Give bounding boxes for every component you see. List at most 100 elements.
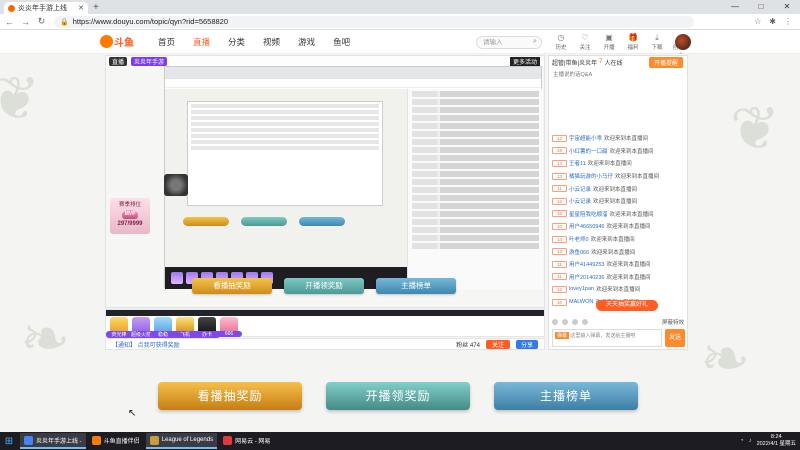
- stream-reward-large-button[interactable]: 开播领奖励: [326, 382, 470, 410]
- window-controls: — □ ✕: [722, 0, 800, 14]
- volume-icon[interactable]: ♪: [749, 438, 752, 444]
- gift-icon[interactable]: [572, 319, 578, 325]
- bookmark-star-icon[interactable]: ☆: [754, 17, 761, 26]
- nested-inner-screen: [187, 101, 383, 206]
- maximize-button[interactable]: □: [748, 0, 774, 14]
- user-avatar[interactable]: [675, 34, 691, 50]
- more-activities-button[interactable]: 更多活动: [509, 56, 540, 66]
- user-level-badge: 11: [552, 185, 567, 193]
- event-tag[interactable]: 炎炎年手游: [131, 56, 168, 66]
- gift-item[interactable]: 荧光棒: [106, 317, 132, 338]
- gift-item[interactable]: 办卡: [194, 317, 220, 338]
- gift-item[interactable]: 666: [216, 317, 242, 337]
- chat-username[interactable]: 用户20140236: [569, 273, 604, 281]
- camera-icon: ▣: [605, 33, 613, 42]
- chat-row: 12 宇宙超能小乖 欢迎来到本直播间: [549, 132, 687, 145]
- live-reminder-button[interactable]: 开播提醒: [648, 56, 683, 68]
- chat-username[interactable]: 宇宙超能小乖: [569, 134, 602, 142]
- gift-item[interactable]: 超级火箭: [128, 317, 154, 338]
- nav-category[interactable]: 分类: [228, 36, 245, 48]
- chat-username[interactable]: lovey1pan: [569, 286, 594, 292]
- online-count: 7: [599, 59, 603, 65]
- bottom-action-buttons: 看播抽奖励 开播领奖励 主播榜单: [158, 382, 638, 410]
- chat-username[interactable]: 用户46650946: [569, 222, 604, 230]
- chat-username[interactable]: 小云记录: [569, 197, 591, 205]
- ranking-large-button[interactable]: 主播榜单: [494, 382, 638, 410]
- nav-live[interactable]: 直播: [193, 36, 210, 48]
- close-window-button[interactable]: ✕: [774, 0, 800, 14]
- menu-icon[interactable]: ⋮: [784, 17, 792, 26]
- live-badge: 直播: [109, 56, 128, 66]
- forward-icon[interactable]: →: [19, 17, 32, 27]
- chat-row: 11 用户20140236 欢迎来到本直播间: [549, 271, 687, 284]
- watch-reward-button[interactable]: 看播抽奖励: [192, 278, 272, 294]
- nav-home[interactable]: 首页: [158, 36, 175, 48]
- browser-tab[interactable]: 炎炎年手游上线 ✕: [4, 2, 88, 14]
- user-level-badge: 12: [552, 197, 567, 205]
- chat-username[interactable]: MALWON: [569, 299, 593, 305]
- nav-fishbar[interactable]: 鱼吧: [333, 36, 350, 48]
- main-area: ❦ ❦ ❧ ❧ 直播 炎炎年手游 更多活动 赛季排位 MVP 297/9999 …: [0, 54, 800, 432]
- bamboo-leaf-decoration: ❧: [20, 305, 71, 372]
- lock-icon: 🔒: [60, 18, 69, 26]
- lottery-float-button[interactable]: 天天抽奖赢好礼: [596, 300, 658, 311]
- chat-username[interactable]: 王者11: [569, 159, 586, 167]
- send-button[interactable]: 发送: [665, 329, 685, 347]
- stream-player[interactable]: 直播 炎炎年手游 更多活动 赛季排位 MVP 297/9999 看播抽奖励 开播…: [105, 55, 545, 308]
- chat-username[interactable]: 游鱼066: [569, 248, 589, 256]
- chat-message: 欢迎来到本直播间: [609, 148, 654, 155]
- mvp-badge[interactable]: 赛季排位 MVP 297/9999: [110, 198, 150, 234]
- streamer-thumbnail: [164, 174, 188, 196]
- nav-video[interactable]: 视频: [263, 36, 280, 48]
- block-effects-toggle[interactable]: 屏蔽特效: [662, 318, 684, 326]
- taskbar-item-music[interactable]: 网易云 - 网易: [219, 433, 274, 449]
- back-icon[interactable]: ←: [3, 17, 16, 27]
- clock[interactable]: 8:24 2022/4/1 星期五: [757, 434, 796, 448]
- watch-reward-large-button[interactable]: 看播抽奖励: [158, 382, 302, 410]
- taskbar-item-browser[interactable]: 炎炎年手游上线 -: [20, 433, 86, 449]
- mvp-gem-icon: MVP: [122, 210, 138, 219]
- windows-start-icon[interactable]: ⊞: [0, 436, 18, 447]
- chat-row: 14 王者11 欢迎来到本直播间: [549, 157, 687, 170]
- notice-link[interactable]: 【通知】 点我可获得奖励: [112, 340, 180, 349]
- minimize-button[interactable]: —: [722, 0, 748, 14]
- gift-item[interactable]: 飞机: [172, 317, 198, 338]
- chat-message: 欢迎来到本直播间: [590, 237, 635, 244]
- reload-icon[interactable]: ↻: [35, 16, 48, 27]
- emoji-icon[interactable]: [552, 319, 558, 325]
- follow-button[interactable]: 关注: [485, 339, 510, 349]
- address-bar: ← → ↻ 🔒 https://www.douyu.com/topic/qyn?…: [0, 14, 800, 30]
- chat-username[interactable]: 叶老师0: [569, 235, 589, 243]
- color-icon[interactable]: [562, 319, 568, 325]
- new-tab-icon[interactable]: +: [93, 2, 99, 14]
- heart-icon: ♡: [581, 33, 589, 42]
- lol-icon: [149, 435, 159, 445]
- extensions-icon[interactable]: ✱: [769, 17, 776, 26]
- chat-username[interactable]: 星星陪我吃顺溜: [569, 210, 608, 218]
- taskbar-item-lol[interactable]: League of Legends: [145, 433, 218, 449]
- chat-username[interactable]: 小云记录: [569, 185, 591, 193]
- chat-input[interactable]: 弹幕 这里输入弹幕，发送给主播吧: [552, 329, 662, 347]
- close-tab-icon[interactable]: ✕: [78, 4, 84, 12]
- user-level-badge: 15: [552, 147, 567, 155]
- stream-info-row: 【通知】 点我可获得奖励 粉丝 474 关注 分享: [105, 338, 545, 350]
- taskbar-item-douyu[interactable]: 斗鱼直播伴侣: [88, 433, 144, 449]
- logo-text: 斗鱼: [114, 38, 134, 49]
- streamer-ranking-button[interactable]: 主播榜单: [376, 278, 456, 294]
- chat-username[interactable]: 小红薯的一口甜: [569, 147, 608, 155]
- user-level-badge: 13: [552, 248, 567, 256]
- gift-row: 荧光棒 超级火箭 稳稳 飞机 办卡 666: [106, 317, 242, 338]
- url-text: https://www.douyu.com/topic/qyn?rid=5658…: [72, 17, 229, 26]
- settings-icon[interactable]: [582, 319, 588, 325]
- bamboo-leaf-decoration: ❦: [730, 95, 781, 162]
- chat-username[interactable]: 橘猫玩游的小马仔: [569, 172, 613, 180]
- chat-username[interactable]: 用户41449253: [569, 260, 604, 268]
- gift-item[interactable]: 稳稳: [150, 317, 176, 338]
- stream-reward-button[interactable]: 开播领奖励: [284, 278, 364, 294]
- share-button[interactable]: 分享: [515, 339, 538, 349]
- url-field[interactable]: 🔒 https://www.douyu.com/topic/qyn?rid=56…: [54, 15, 694, 28]
- douyu-logo[interactable]: 斗鱼: [100, 34, 144, 50]
- network-icon[interactable]: ◔: [740, 438, 744, 444]
- chat-tools: 屏蔽特效: [549, 318, 687, 326]
- nav-games[interactable]: 游戏: [298, 36, 315, 48]
